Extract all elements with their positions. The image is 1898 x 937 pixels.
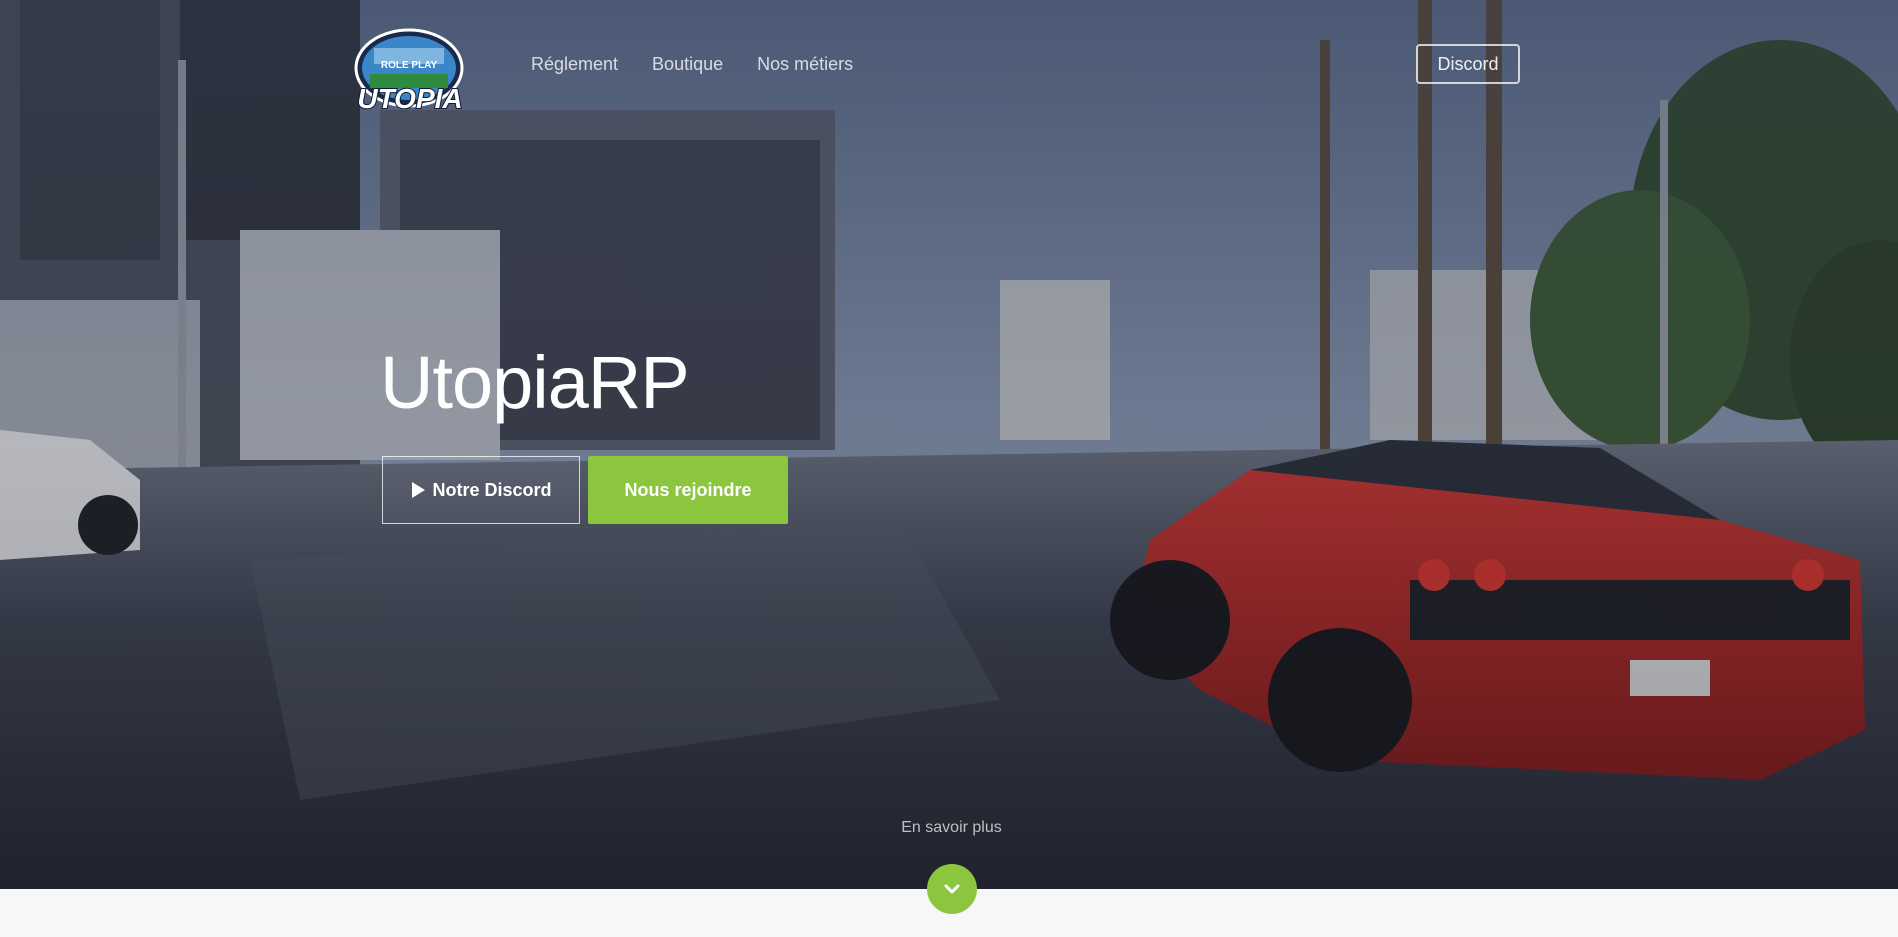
logo-top-text: ROLE PLAY — [381, 60, 438, 71]
nav-item-boutique[interactable]: Boutique — [652, 52, 723, 76]
nav-item-reglement[interactable]: Réglement — [531, 52, 618, 76]
chevron-down-icon — [944, 884, 960, 894]
notre-discord-label: Notre Discord — [432, 479, 552, 500]
page-title: UtopiaRP — [380, 341, 690, 424]
play-icon — [412, 482, 426, 498]
hero-section: ROLE PLAY UTOPIA Réglement Boutique Nos … — [0, 0, 1898, 889]
notre-discord-button[interactable]: Notre Discord — [382, 456, 580, 524]
logo-main-text: UTOPIA — [357, 83, 462, 114]
cta-row: Notre Discord Nous rejoindre — [382, 456, 788, 524]
scroll-down-button[interactable] — [927, 864, 977, 914]
main-nav: Réglement Boutique Nos métiers — [531, 52, 853, 76]
nav-item-nos-metiers[interactable]: Nos métiers — [757, 52, 853, 76]
discord-button[interactable]: Discord — [1416, 44, 1520, 84]
hero-dark-overlay — [0, 0, 1898, 889]
nous-rejoindre-button[interactable]: Nous rejoindre — [588, 456, 788, 524]
learn-more-link[interactable]: En savoir plus — [0, 818, 1898, 838]
utopia-logo-icon[interactable]: ROLE PLAY UTOPIA — [352, 28, 466, 122]
